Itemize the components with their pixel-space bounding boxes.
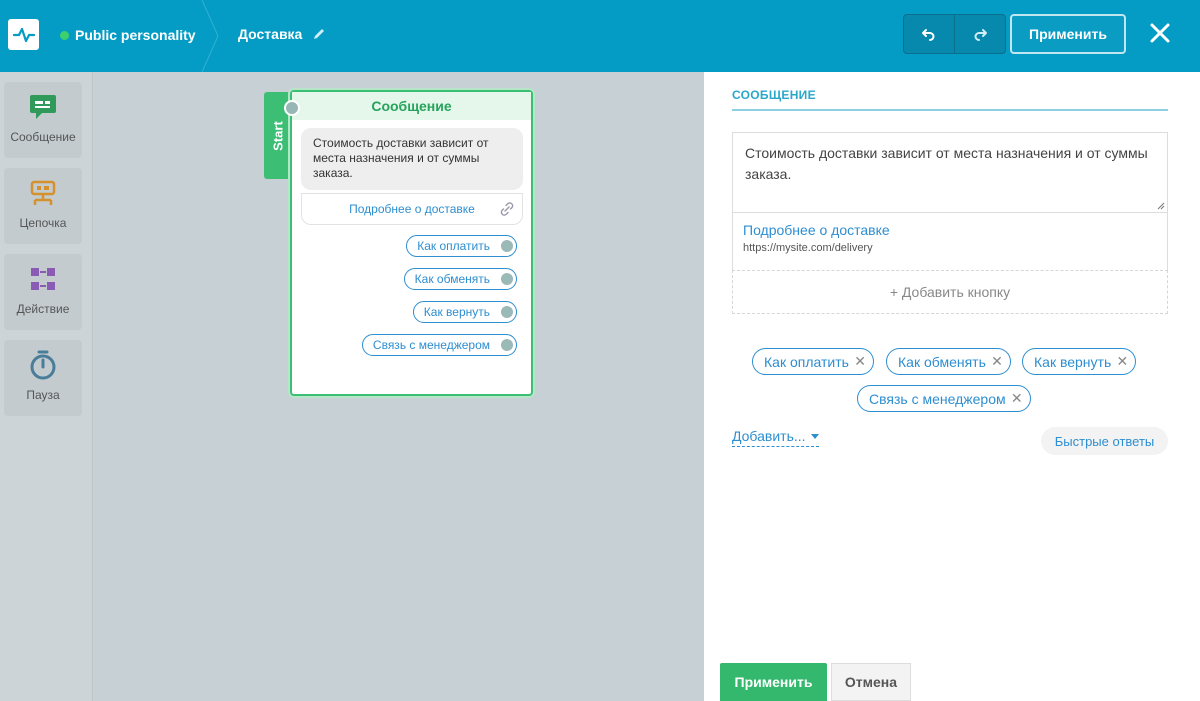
message-node[interactable]: Сообщение Стоимость доставки зависит от … (284, 90, 533, 396)
apply-button[interactable]: Применить (720, 663, 827, 701)
node-quick-reply-label: Как оплатить (417, 239, 490, 253)
redo-button[interactable] (954, 15, 1005, 53)
undo-icon (922, 29, 935, 41)
tool-message-label: Сообщение (10, 130, 76, 144)
action-icon (31, 268, 55, 290)
node-quick-reply-label: Как вернуть (423, 305, 490, 319)
pause-timer-icon (30, 350, 56, 380)
quick-reply-output-port[interactable] (501, 273, 513, 285)
panel-title: СООБЩЕНИЕ (732, 88, 816, 102)
flow-title-label: Доставка (238, 26, 303, 42)
message-button-title: Подробнее о доставке (743, 222, 890, 238)
quick-reply-chip[interactable]: Как обменять ✕ (886, 348, 1011, 375)
quick-reply-chip-label: Как вернуть (1034, 353, 1112, 370)
message-button-url: https://mysite.com/delivery (743, 242, 873, 254)
node-input-port[interactable] (284, 100, 300, 116)
quick-reply-output-port[interactable] (501, 240, 513, 252)
bot-name-label: Public personality (75, 27, 196, 43)
tool-message[interactable]: Сообщение (4, 82, 82, 158)
quick-reply-chip-label: Связь с менеджером (869, 390, 1006, 407)
breadcrumb-separator-icon (201, 0, 219, 72)
properties-panel: СООБЩЕНИЕ Стоимость доставки зависит от … (704, 72, 1200, 701)
quick-reply-output-port[interactable] (501, 339, 513, 351)
quick-reply-chip[interactable]: Связь с менеджером ✕ (857, 385, 1031, 412)
history-controls (903, 14, 1006, 54)
caret-down-icon (810, 433, 819, 439)
online-status-dot (60, 30, 69, 40)
tool-action-label: Действие (16, 302, 70, 316)
add-more-label: Добавить... (732, 428, 806, 444)
remove-chip-icon[interactable]: ✕ (854, 353, 866, 370)
flow-title[interactable]: Доставка (238, 26, 326, 42)
node-quick-reply[interactable]: Как обменять (403, 268, 517, 290)
node-quick-reply[interactable]: Как оплатить (406, 235, 517, 257)
message-icon (30, 95, 56, 119)
remove-chip-icon[interactable]: ✕ (1117, 353, 1129, 370)
app-logo[interactable] (8, 19, 39, 50)
edit-pencil-icon[interactable] (312, 27, 326, 41)
quick-reply-chip[interactable]: Как оплатить ✕ (752, 348, 874, 375)
top-bar: Public personality Доставка Применить (0, 0, 1200, 72)
node-quick-reply[interactable]: Связь с менеджером (361, 334, 517, 356)
remove-chip-icon[interactable]: ✕ (1011, 390, 1023, 407)
tool-pause[interactable]: Пауза (4, 340, 82, 416)
remove-chip-icon[interactable]: ✕ (991, 353, 1003, 370)
close-button[interactable] (1146, 19, 1174, 47)
quick-reply-output-port[interactable] (501, 306, 513, 318)
redo-icon (974, 29, 987, 41)
node-quick-reply-label: Как обменять (414, 272, 490, 286)
message-text-value: Стоимость доставки зависит от места назн… (745, 145, 1148, 182)
quick-reply-chip[interactable]: Как вернуть ✕ (1022, 348, 1137, 375)
link-icon (500, 202, 514, 216)
quick-replies-tag[interactable]: Быстрые ответы (1041, 427, 1168, 455)
node-quick-reply[interactable]: Как вернуть (412, 301, 517, 323)
bot-name[interactable]: Public personality (60, 26, 196, 44)
add-more-dropdown[interactable]: Добавить... (732, 428, 819, 447)
message-text-field[interactable]: Стоимость доставки зависит от места назн… (732, 132, 1168, 213)
apply-button-top[interactable]: Применить (1010, 14, 1126, 54)
message-node-link-button[interactable]: Подробнее о доставке (301, 193, 523, 225)
message-node-title: Сообщение (292, 92, 531, 120)
tool-chain[interactable]: Цепочка (4, 168, 82, 244)
tool-pause-label: Пауза (26, 388, 60, 402)
cancel-button[interactable]: Отмена (831, 663, 911, 701)
pulse-icon (12, 27, 35, 42)
message-node-link-label: Подробнее о доставке (349, 202, 475, 216)
quick-reply-chip-label: Как оплатить (764, 353, 849, 370)
undo-button[interactable] (904, 15, 954, 53)
tool-action[interactable]: Действие (4, 254, 82, 330)
add-button[interactable]: + Добавить кнопку (732, 270, 1168, 314)
resize-handle-icon[interactable] (1157, 202, 1165, 210)
tool-chain-label: Цепочка (19, 216, 67, 230)
message-node-text: Стоимость доставки зависит от места назн… (301, 128, 523, 190)
panel-title-underline (732, 109, 1168, 111)
node-quick-reply-label: Связь с менеджером (372, 338, 490, 352)
close-icon (1150, 23, 1170, 43)
chain-icon (30, 180, 56, 205)
quick-reply-chip-label: Как обменять (898, 353, 986, 370)
start-label: Start (270, 121, 286, 151)
message-button-item[interactable]: Подробнее о доставке https://mysite.com/… (732, 213, 1168, 270)
tool-palette: Сообщение Цепочка Действие Пауза (0, 72, 93, 701)
